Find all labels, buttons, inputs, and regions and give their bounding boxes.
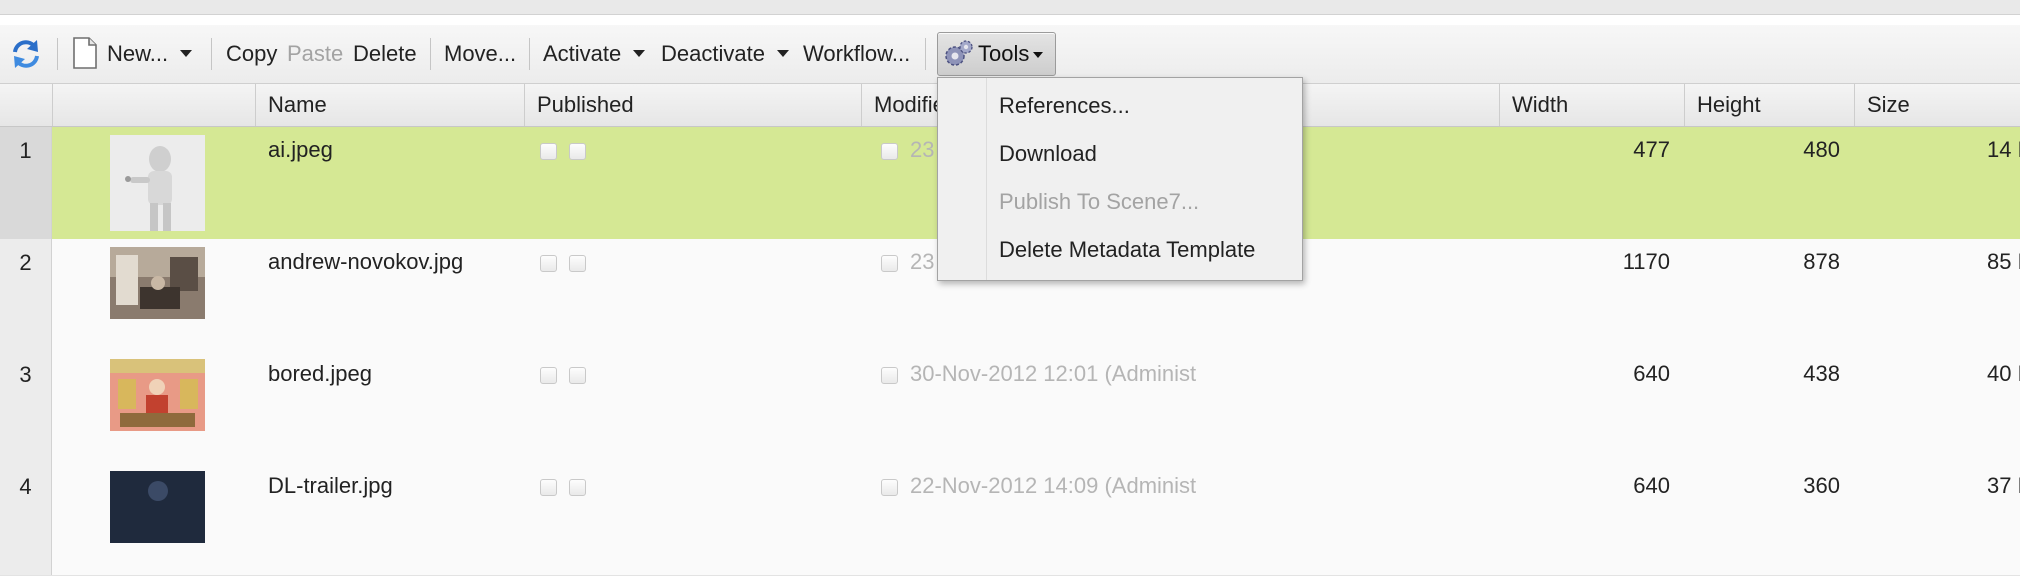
- window-top-strip: [0, 0, 2020, 15]
- published-checkbox[interactable]: [569, 255, 586, 272]
- refresh-icon[interactable]: [10, 37, 42, 71]
- published-checkbox[interactable]: [569, 143, 586, 160]
- modified-value: 22-Nov-2012 14:09 (Administ: [910, 473, 1197, 498]
- table-row[interactable]: 3 bored.jpeg 30-Nov-2012 12:01 (Administ…: [0, 351, 2020, 464]
- row-number: 3: [0, 351, 52, 463]
- height-value: 438: [1803, 361, 1840, 386]
- width-value: 1170: [1622, 249, 1670, 274]
- paste-button[interactable]: Paste: [287, 25, 343, 83]
- width-value: 477: [1633, 137, 1670, 162]
- file-name[interactable]: bored.jpeg: [268, 361, 372, 387]
- tools-button[interactable]: Tools: [937, 32, 1056, 76]
- published-checkbox[interactable]: [540, 255, 557, 272]
- toolbar: New... Copy Paste Delete Move... Activat…: [0, 25, 2020, 84]
- new-button-label: New...: [107, 41, 169, 66]
- header-rownum: [0, 84, 53, 126]
- file-name[interactable]: ai.jpeg: [268, 137, 333, 163]
- height-value: 878: [1803, 249, 1840, 274]
- chevron-down-icon: [633, 49, 646, 57]
- published-checkbox[interactable]: [569, 479, 586, 496]
- thumbnail-image: [110, 247, 205, 319]
- copy-button[interactable]: Copy: [226, 25, 277, 83]
- thumbnail-image: [110, 359, 205, 431]
- deactivate-button-label: Deactivate: [661, 41, 765, 66]
- deactivate-button[interactable]: Deactivate: [661, 25, 789, 83]
- new-button[interactable]: New...: [107, 25, 193, 83]
- row-number: 2: [0, 239, 52, 351]
- file-name[interactable]: DL-trailer.jpg: [268, 473, 393, 499]
- header-name[interactable]: Name: [256, 84, 525, 126]
- delete-button[interactable]: Delete: [353, 25, 417, 83]
- menu-item-delete-metadata-template[interactable]: Delete Metadata Template: [999, 237, 1255, 263]
- height-value: 360: [1803, 473, 1840, 498]
- modified-value: 23: [910, 249, 935, 274]
- size-value: 14 K: [1987, 137, 2020, 162]
- modified-checkbox[interactable]: [881, 479, 898, 496]
- menu-item-download[interactable]: Download: [999, 141, 1097, 167]
- row-number: 1: [0, 127, 52, 239]
- chevron-down-icon: [180, 49, 193, 57]
- modified-checkbox[interactable]: [881, 367, 898, 384]
- published-checkbox[interactable]: [569, 367, 586, 384]
- file-name[interactable]: andrew-novokov.jpg: [268, 249, 463, 275]
- activate-button[interactable]: Activate: [543, 25, 646, 83]
- tools-menu: References... Download Publish To Scene7…: [937, 77, 1303, 281]
- header-height[interactable]: Height: [1685, 84, 1855, 126]
- menu-item-publish-to-scene7[interactable]: Publish To Scene7...: [999, 189, 1199, 215]
- activate-button-label: Activate: [543, 41, 622, 66]
- header-size[interactable]: Size: [1855, 84, 2020, 126]
- move-button[interactable]: Move...: [444, 25, 516, 83]
- size-value: 85 K: [1987, 249, 2020, 274]
- chevron-down-icon: [776, 49, 789, 57]
- width-value: 640: [1633, 361, 1670, 386]
- modified-value: 23: [910, 137, 935, 162]
- width-value: 640: [1633, 473, 1670, 498]
- published-checkbox[interactable]: [540, 143, 557, 160]
- published-checkbox[interactable]: [540, 479, 557, 496]
- chevron-down-icon: [1033, 52, 1043, 58]
- thumbnail-image: [110, 135, 205, 231]
- header-thumbnail: [53, 84, 256, 126]
- thumbnail-image: [110, 471, 205, 543]
- header-published[interactable]: Published: [525, 84, 862, 126]
- header-width[interactable]: Width: [1500, 84, 1685, 126]
- gear-icon: [945, 40, 973, 66]
- modified-value: 30-Nov-2012 12:01 (Administ: [910, 361, 1197, 386]
- published-checkbox[interactable]: [540, 367, 557, 384]
- size-value: 37 K: [1987, 473, 2020, 498]
- menu-item-references[interactable]: References...: [999, 93, 1130, 119]
- workflow-button[interactable]: Workflow...: [803, 25, 910, 83]
- modified-checkbox[interactable]: [881, 143, 898, 160]
- modified-checkbox[interactable]: [881, 255, 898, 272]
- tools-button-label: Tools: [978, 41, 1030, 66]
- menu-icon-gutter: [938, 78, 987, 280]
- size-value: 40 K: [1987, 361, 2020, 386]
- new-document-icon[interactable]: [72, 37, 98, 69]
- height-value: 480: [1803, 137, 1840, 162]
